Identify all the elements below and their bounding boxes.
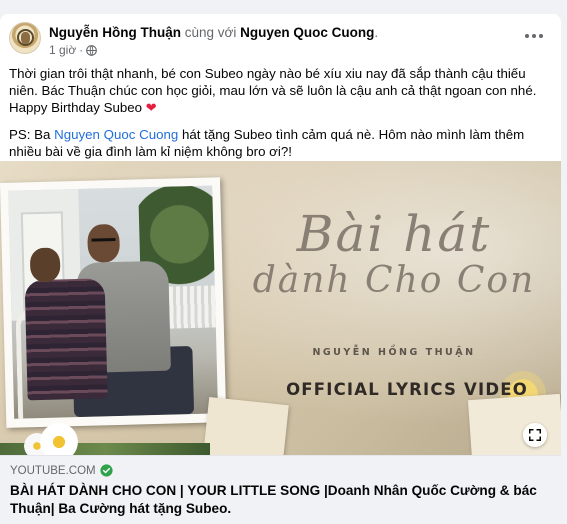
video-thumbnail[interactable]: Bài hát dành Cho Con NGUYỄN HỒNG THUẬN O… xyxy=(0,161,561,455)
ps-prefix: PS: Ba xyxy=(9,127,55,143)
post-card: Nguyễn Hồng Thuận cùng với Nguyen Quoc C… xyxy=(0,14,561,524)
script-line-2: dành Cho Con xyxy=(252,260,536,301)
birthday-line: Happy Birthday Subeo ❤ xyxy=(9,100,557,117)
meta-separator: · xyxy=(79,43,84,57)
expand-icon xyxy=(529,429,541,441)
tagged-name[interactable]: Nguyen Quoc Cuong xyxy=(240,25,374,40)
author-line: Nguyễn Hồng Thuận cùng với Nguyen Quoc C… xyxy=(49,24,378,41)
post-header: Nguyễn Hồng Thuận cùng với Nguyen Quoc C… xyxy=(9,22,554,60)
post-meta: 1 giờ · xyxy=(49,43,98,57)
more-options-button[interactable] xyxy=(522,26,546,46)
post-time[interactable]: 1 giờ xyxy=(49,43,76,57)
post-text: Thời gian trôi thật nhanh, bé con Subeo … xyxy=(9,66,557,161)
paper-scrap xyxy=(203,396,289,455)
photo-frame xyxy=(0,177,227,428)
verified-check-icon xyxy=(100,464,113,477)
ps-paragraph: PS: Ba Nguyen Quoc Cuong hát tặng Subeo … xyxy=(9,127,557,161)
post-paragraph-1: Thời gian trôi thật nhanh, bé con Subeo … xyxy=(9,66,537,98)
author-avatar[interactable] xyxy=(9,22,41,54)
family-photo xyxy=(8,185,219,419)
period: . xyxy=(374,25,379,40)
artist-name: NGUYỄN HỒNG THUẬN xyxy=(312,347,476,358)
with-text: cùng với xyxy=(184,25,237,40)
mention-link[interactable]: Nguyen Quoc Cuong xyxy=(54,127,178,142)
link-domain: YOUTUBE.COM xyxy=(10,464,96,477)
more-horizontal-icon xyxy=(525,34,529,38)
author-name[interactable]: Nguyễn Hồng Thuận xyxy=(49,25,181,40)
birthday-text: Happy Birthday Subeo xyxy=(9,99,143,115)
link-preview[interactable]: YOUTUBE.COM BÀI HÁT DÀNH CHO CON | YOUR … xyxy=(0,455,561,524)
heart-icon: ❤ xyxy=(145,99,157,115)
link-title[interactable]: BÀI HÁT DÀNH CHO CON | YOUR LITTLE SONG … xyxy=(10,482,550,518)
script-line-1: Bài hát xyxy=(296,205,492,263)
video-script-title: Bài hát dành Cho Con xyxy=(234,205,554,301)
paper-scrap xyxy=(467,393,561,455)
video-label: OFFICIAL LYRICS VIDEO xyxy=(286,380,528,399)
link-domain-row: YOUTUBE.COM xyxy=(10,464,113,477)
expand-button[interactable] xyxy=(523,423,547,447)
daisy-icon xyxy=(40,423,78,455)
globe-icon xyxy=(86,44,98,56)
